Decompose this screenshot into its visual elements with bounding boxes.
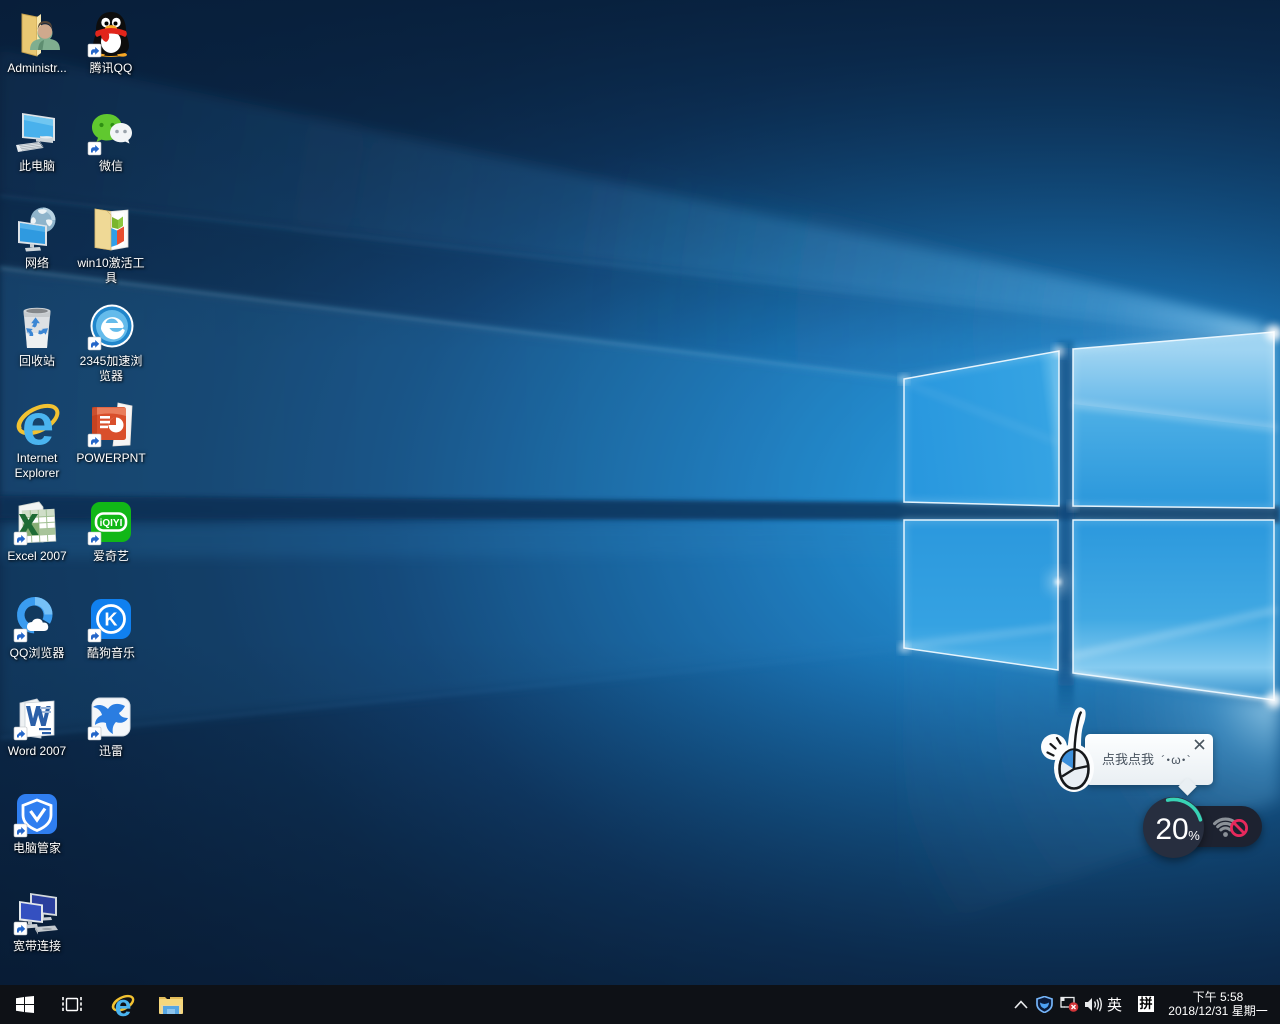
svg-text:e: e bbox=[115, 993, 132, 1018]
svg-text:20: 20 bbox=[1155, 813, 1188, 846]
svg-text:iQIYI: iQIYI bbox=[100, 518, 123, 529]
svg-text:K: K bbox=[105, 610, 118, 630]
svg-text:%: % bbox=[1188, 828, 1200, 843]
svg-text:e: e bbox=[22, 400, 54, 448]
